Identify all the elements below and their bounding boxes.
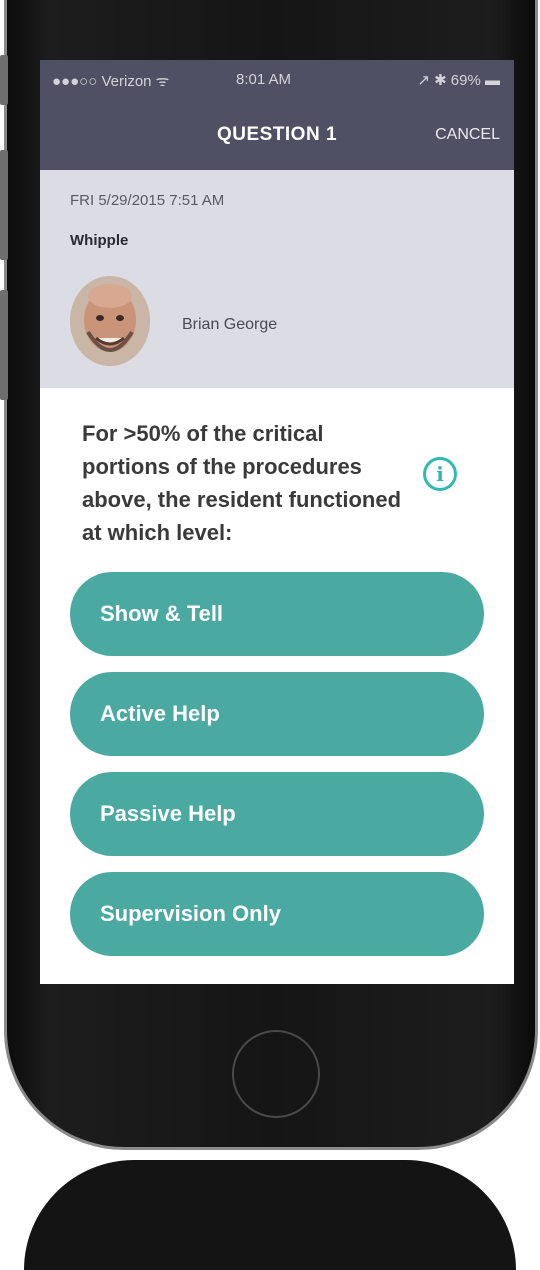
option-show-and-tell[interactable]: Show & Tell (70, 572, 484, 656)
info-icon[interactable]: i (423, 457, 457, 491)
phone-reflection (24, 1160, 516, 1270)
option-supervision-only[interactable]: Supervision Only (70, 872, 484, 956)
case-date: FRI 5/29/2015 7:51 AM (70, 192, 225, 209)
option-passive-help[interactable]: Passive Help (70, 772, 484, 856)
nav-bar: QUESTION 1 CANCEL (40, 98, 514, 170)
home-button[interactable] (232, 1030, 320, 1118)
phone-screen: ●●●○○ Verizon ᯤ 8:01 AM ↗ ✱ 69% ▬ QUESTI… (40, 60, 514, 984)
phone-volume-down (0, 290, 8, 400)
status-carrier: ●●●○○ Verizon ᯤ (52, 73, 170, 90)
person-name: Brian George (182, 316, 278, 333)
phone-volume-up (0, 150, 8, 260)
avatar (70, 276, 150, 366)
option-active-help[interactable]: Active Help (70, 672, 484, 756)
status-time: 8:01 AM (236, 71, 292, 88)
status-bar: ●●●○○ Verizon ᯤ 8:01 AM ↗ ✱ 69% ▬ (40, 60, 514, 98)
question-text: For >50% of the critical portions of the… (82, 421, 402, 545)
procedure-name: Whipple (70, 232, 129, 249)
cancel-button[interactable]: CANCEL (435, 126, 500, 144)
phone-side-switch (0, 55, 8, 105)
status-battery: ↗ ✱ 69% ▬ (417, 72, 500, 89)
case-info-panel: FRI 5/29/2015 7:51 AM Whipple Brian Geor… (40, 170, 514, 388)
